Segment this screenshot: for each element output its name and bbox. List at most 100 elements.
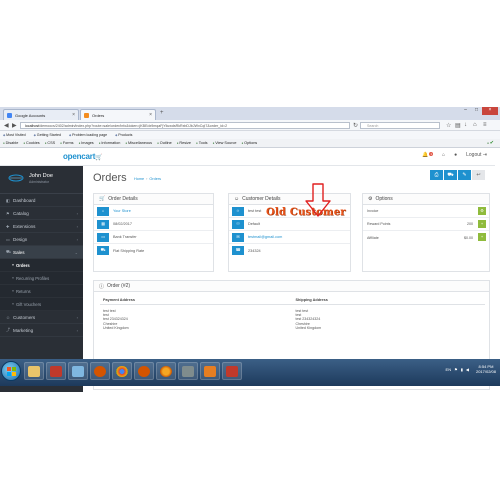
sidebar-item-customers[interactable]: ☺ Customers › <box>0 311 83 324</box>
tab-google-accounts[interactable]: Google Accounts × <box>3 109 79 120</box>
bookmark-item[interactable]: Products <box>115 133 132 137</box>
menu-icon[interactable]: ≡ <box>483 122 487 128</box>
generate-invoice-button[interactable]: ⚙ <box>478 207 486 215</box>
dev-menu-item[interactable]: Outline <box>157 141 172 145</box>
add-commission-button[interactable]: + <box>478 233 486 241</box>
sidebar-item-label: Catalog <box>13 210 29 216</box>
screenshot: Google Accounts × Orders × + – □ × ◀ ▶ l… <box>0 0 500 500</box>
download-icon[interactable]: ↓ <box>464 122 467 128</box>
new-tab-icon[interactable]: + <box>160 110 164 116</box>
taskbar-app[interactable] <box>24 362 44 380</box>
option-label: Affiliate <box>367 235 379 240</box>
sidebar-item-sales[interactable]: ⛟ Sales ⌄ <box>0 246 83 259</box>
sidebar-item-extensions[interactable]: ✚ Extensions › <box>0 220 83 233</box>
panel-title: Customer Details <box>242 196 281 202</box>
shipping-row: ⛟ Flat Shipping Rate <box>94 244 213 257</box>
taskbar-app[interactable] <box>178 362 198 380</box>
bookmarks-icon[interactable]: ▤ <box>455 122 461 129</box>
clock[interactable]: 8:54 PM 2017/02/08 <box>476 364 496 374</box>
store-link[interactable]: Your Store <box>113 209 131 213</box>
back-button[interactable]: ↩ <box>472 170 485 180</box>
flag-icon[interactable]: ⚑ <box>454 367 458 372</box>
home-icon[interactable]: ⌂ <box>473 122 477 128</box>
store-row: ⌂ Your Store <box>94 205 213 218</box>
breadcrumb-current[interactable]: Orders <box>149 177 161 181</box>
payment-row: ▭ Bank Transfer <box>94 231 213 244</box>
tab-orders[interactable]: Orders × <box>80 109 156 120</box>
taskbar-app[interactable] <box>200 362 220 380</box>
annotation-arrow-icon <box>305 183 331 217</box>
panel-heading: ⚙ Options <box>363 194 489 205</box>
volume-icon[interactable]: ◀ <box>466 367 469 372</box>
reload-icon[interactable]: ↻ <box>353 122 358 129</box>
dev-menu-item[interactable]: Images <box>79 141 93 145</box>
start-button[interactable] <box>1 361 21 381</box>
address-line: United Kingdom <box>295 325 322 330</box>
taskbar-app[interactable] <box>90 362 110 380</box>
taskbar-app[interactable] <box>134 362 154 380</box>
table-row: test test test test 234324324 Cheshire U… <box>100 305 485 330</box>
sidebar-item-dashboard[interactable]: ◧ Dashboard <box>0 194 83 207</box>
tag-icon: ⚑ <box>6 210 10 216</box>
home-icon[interactable]: ⌂ <box>442 152 445 158</box>
taskbar-app[interactable] <box>156 362 176 380</box>
window-controls: – □ × <box>460 107 498 115</box>
user-role: Administrator <box>29 180 49 184</box>
close-tab-icon[interactable]: × <box>149 112 152 118</box>
dev-menu-item[interactable]: Resize <box>177 141 191 145</box>
close-tab-icon[interactable]: × <box>72 112 75 118</box>
language-indicator[interactable]: EN <box>446 367 452 372</box>
customer-phone-row: ☎ 234324 <box>229 244 350 257</box>
back-icon[interactable]: ◀ <box>4 122 9 129</box>
sidebar-item-marketing[interactable]: ⤴ Marketing › <box>0 324 83 337</box>
dev-menu-item[interactable]: Options <box>241 141 257 145</box>
add-reward-button[interactable]: + <box>478 220 486 228</box>
dev-menu-item[interactable]: Tools <box>196 141 208 145</box>
sidebar-item-catalog[interactable]: ⚑ Catalog › <box>0 207 83 220</box>
forward-icon[interactable]: ▶ <box>12 122 17 129</box>
payment-address: test test test test 234324324 Cheshire U… <box>100 309 293 330</box>
sidebar-subitem-orders[interactable]: Orders <box>0 259 83 272</box>
star-icon[interactable]: ☆ <box>446 122 451 129</box>
minimize-icon[interactable]: – <box>460 107 471 115</box>
sidebar-item-design[interactable]: ▭ Design › <box>0 233 83 246</box>
bookmark-item[interactable]: Getting Started <box>34 133 61 137</box>
pencil-icon: ✎ <box>462 172 467 178</box>
print-icon: ⎙ <box>434 172 439 178</box>
dev-menu-item[interactable]: Miscellaneous <box>125 141 152 145</box>
page-actions: ⎙ ⛟ ✎ ↩ <box>430 170 485 180</box>
gear-icon: ⚙ <box>368 196 373 202</box>
sidebar-subitem-returns[interactable]: Returns <box>0 285 83 298</box>
breadcrumb-home[interactable]: Home <box>134 177 144 181</box>
dev-menu-item[interactable]: Forms <box>60 141 74 145</box>
logout-link[interactable]: Logout ⇥ <box>466 152 487 158</box>
maximize-icon[interactable]: □ <box>471 107 482 115</box>
print-shipping-button[interactable]: ⛟ <box>444 170 457 180</box>
print-invoice-button[interactable]: ⎙ <box>430 170 443 180</box>
dev-menu-item[interactable]: Information <box>99 141 120 145</box>
help-icon[interactable]: ● <box>454 152 457 158</box>
taskbar-app[interactable] <box>46 362 66 380</box>
close-window-icon[interactable]: × <box>482 107 498 115</box>
network-icon[interactable]: ▮ <box>461 367 463 372</box>
dev-menu-item[interactable]: View Source <box>213 141 236 145</box>
panel-title: Order (#2) <box>107 283 131 289</box>
sidebar-subitem-recurring-profiles[interactable]: Recurring Profiles <box>0 272 83 285</box>
firefox-icon <box>160 365 172 377</box>
bookmark-item[interactable]: Most Visited <box>3 133 26 137</box>
taskbar-app[interactable] <box>222 362 242 380</box>
sidebar-item-label: Dashboard <box>13 197 36 203</box>
url-bar[interactable]: localhost/demoocs/2402/admin/index.php?r… <box>20 122 350 129</box>
dev-menu-item[interactable]: CSS <box>45 141 55 145</box>
dev-menu-item[interactable]: Disable <box>3 141 19 145</box>
search-input[interactable]: Search <box>360 122 440 129</box>
logo[interactable]: opencart🛒 <box>63 152 103 161</box>
sidebar-subitem-gift-vouchers[interactable]: Gift Vouchers <box>0 298 83 311</box>
bookmark-item[interactable]: Problem loading page <box>69 133 107 137</box>
customer-email[interactable]: testmail@gmail.com <box>248 235 282 239</box>
bell-icon[interactable]: 🔔 1 <box>422 152 434 158</box>
dev-menu-item[interactable]: Cookies <box>23 141 40 145</box>
taskbar-app[interactable] <box>68 362 88 380</box>
taskbar-app[interactable] <box>112 362 132 380</box>
edit-button[interactable]: ✎ <box>458 170 471 180</box>
